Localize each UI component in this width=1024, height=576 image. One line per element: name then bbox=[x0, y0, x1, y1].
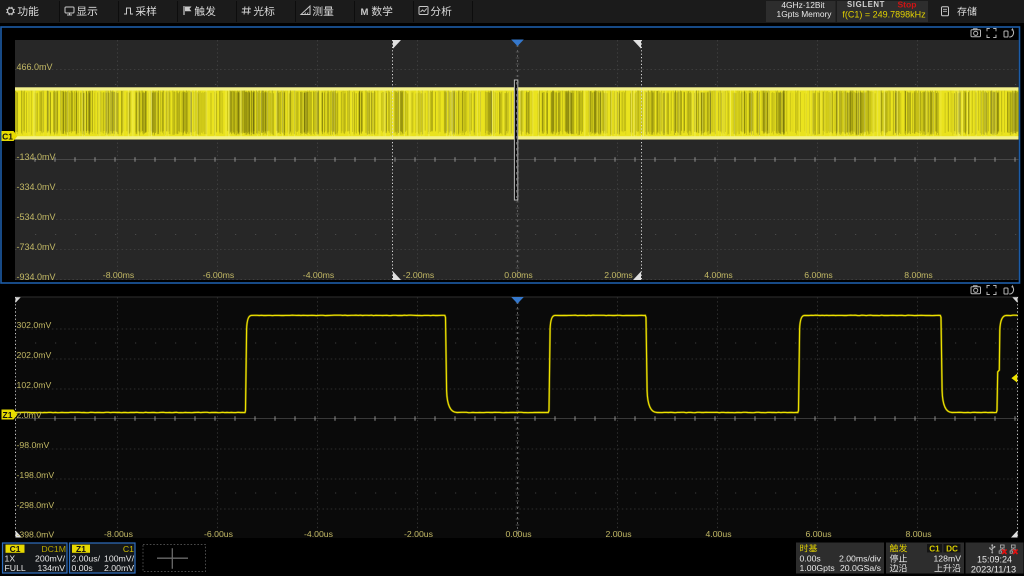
svg-text:Stop: Stop bbox=[897, 0, 916, 9]
svg-text:-8.00ms: -8.00ms bbox=[103, 270, 135, 280]
svg-text:6.00ms: 6.00ms bbox=[804, 270, 833, 280]
svg-text:-298.0mV: -298.0mV bbox=[17, 500, 55, 510]
svg-text:0.00us: 0.00us bbox=[505, 529, 532, 539]
svg-text:-734.0mV: -734.0mV bbox=[17, 242, 56, 252]
svg-text:FULL: FULL bbox=[5, 563, 26, 573]
svg-text:0.00ms: 0.00ms bbox=[504, 270, 533, 280]
svg-text:466.0mV: 466.0mV bbox=[17, 62, 53, 72]
svg-text:134mV: 134mV bbox=[37, 563, 65, 573]
svg-text:Z1: Z1 bbox=[76, 544, 86, 554]
svg-text:-334.0mV: -334.0mV bbox=[17, 182, 56, 192]
svg-text:15:09:24: 15:09:24 bbox=[977, 555, 1012, 565]
svg-text:-8.00us: -8.00us bbox=[104, 529, 134, 539]
svg-text:-134.0mV: -134.0mV bbox=[17, 152, 56, 162]
svg-text:-198.0mV: -198.0mV bbox=[17, 470, 55, 480]
svg-text:8.00us: 8.00us bbox=[905, 529, 932, 539]
svg-text:C1: C1 bbox=[10, 544, 21, 554]
svg-text:200mV/: 200mV/ bbox=[35, 553, 66, 563]
svg-text:C1: C1 bbox=[123, 544, 134, 554]
svg-text:SIGLENT: SIGLENT bbox=[847, 0, 885, 9]
svg-text:4.00us: 4.00us bbox=[705, 529, 732, 539]
svg-text:2.00mV: 2.00mV bbox=[104, 563, 134, 573]
svg-text:0.00s: 0.00s bbox=[800, 554, 822, 564]
svg-text:M: M bbox=[361, 7, 369, 18]
svg-text:DC1M: DC1M bbox=[41, 544, 66, 554]
svg-text:4.00ms: 4.00ms bbox=[704, 270, 733, 280]
svg-text:1.00Gpts: 1.00Gpts bbox=[800, 563, 836, 573]
svg-text:-2.00us: -2.00us bbox=[404, 529, 434, 539]
svg-text:2.00ms/div: 2.00ms/div bbox=[839, 554, 882, 564]
svg-text:1Gpts Memory: 1Gpts Memory bbox=[777, 9, 833, 19]
svg-text:C1: C1 bbox=[2, 132, 13, 142]
svg-text:-98.0mV: -98.0mV bbox=[17, 440, 50, 450]
svg-text:Z1: Z1 bbox=[3, 410, 13, 420]
svg-text:100mV/: 100mV/ bbox=[104, 553, 135, 563]
svg-text:302.0mV: 302.0mV bbox=[17, 320, 52, 330]
svg-text:8.00ms: 8.00ms bbox=[904, 270, 933, 280]
svg-text:-534.0mV: -534.0mV bbox=[17, 212, 56, 222]
svg-text:-4.00ms: -4.00ms bbox=[303, 270, 335, 280]
svg-text:-398.0mV: -398.0mV bbox=[17, 529, 55, 539]
svg-text:20.0GSa/s: 20.0GSa/s bbox=[840, 563, 882, 573]
svg-text:-4.00us: -4.00us bbox=[304, 529, 334, 539]
svg-text:C1: C1 bbox=[929, 544, 940, 553]
svg-text:DC: DC bbox=[946, 544, 958, 553]
svg-text:-6.00ms: -6.00ms bbox=[203, 270, 235, 280]
svg-text:-6.00us: -6.00us bbox=[204, 529, 234, 539]
svg-text:1X: 1X bbox=[5, 553, 16, 563]
svg-text:2.00ms: 2.00ms bbox=[604, 270, 633, 280]
svg-text:2.00us: 2.00us bbox=[605, 529, 632, 539]
svg-text:202.0mV: 202.0mV bbox=[17, 350, 52, 360]
svg-text:102.0mV: 102.0mV bbox=[17, 380, 52, 390]
svg-text:f(C1) = 249.7898kHz: f(C1) = 249.7898kHz bbox=[842, 10, 926, 20]
svg-text:128mV: 128mV bbox=[933, 554, 961, 564]
svg-text:-2.00ms: -2.00ms bbox=[403, 270, 435, 280]
svg-text:-934.0mV: -934.0mV bbox=[17, 272, 56, 282]
svg-text:0.00s: 0.00s bbox=[72, 563, 94, 573]
svg-text:6.00us: 6.00us bbox=[805, 529, 832, 539]
svg-text:2.0mV: 2.0mV bbox=[17, 410, 42, 420]
svg-text:2023/11/13: 2023/11/13 bbox=[971, 565, 1016, 575]
svg-text:2.00us/: 2.00us/ bbox=[72, 553, 101, 563]
